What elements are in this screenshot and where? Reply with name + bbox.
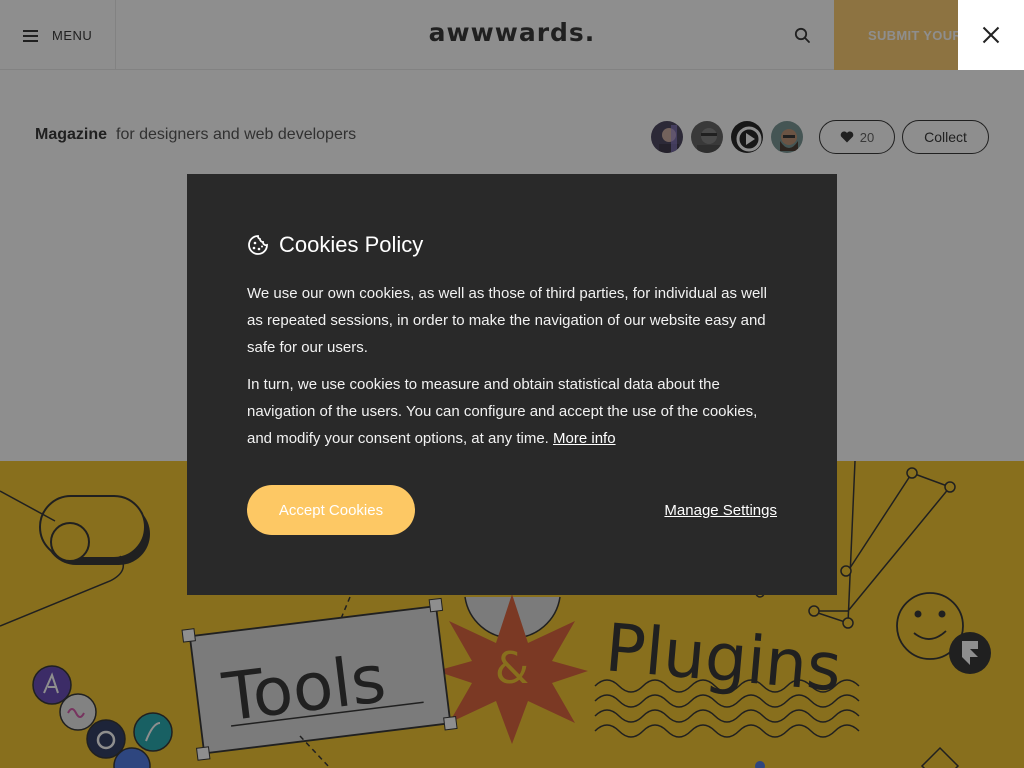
cookie-actions: Accept Cookies Manage Settings [247, 485, 777, 535]
accept-cookies-button[interactable]: Accept Cookies [247, 485, 415, 535]
manage-settings-link[interactable]: Manage Settings [664, 502, 777, 519]
cookie-icon [248, 235, 268, 255]
cookie-description-2-text: In turn, we use cookies to measure and o… [247, 376, 758, 447]
cookie-description-1: We use our own cookies, as well as those… [247, 285, 767, 356]
cookie-policy-dialog: Cookies Policy We use our own cookies, a… [187, 174, 837, 595]
more-info-link[interactable]: More info [553, 430, 616, 447]
close-icon [982, 26, 1000, 44]
close-button[interactable] [958, 0, 1024, 70]
cookie-description-2: In turn, we use cookies to measure and o… [247, 371, 777, 452]
cookie-dialog-title: Cookies Policy [279, 232, 424, 257]
